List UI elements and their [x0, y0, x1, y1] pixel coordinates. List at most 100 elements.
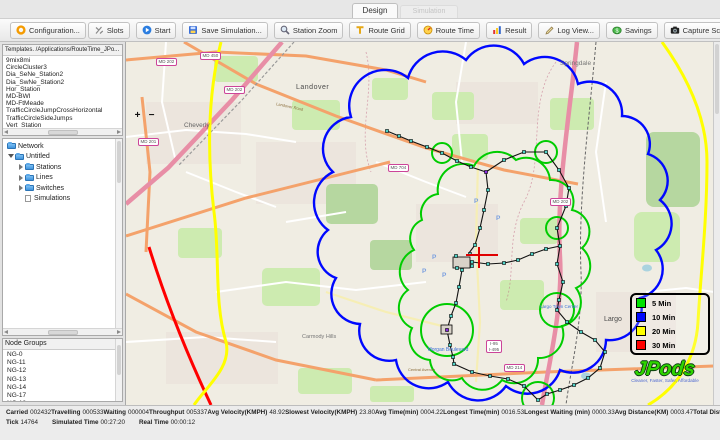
- magnifier-icon: [280, 25, 290, 35]
- tree-vscrollbar[interactable]: [115, 139, 122, 335]
- stat-longest-waiting: Longest Waiting (min) 0000.33: [524, 409, 615, 416]
- map-zoom-controls: + −: [132, 110, 157, 121]
- tree-row-simulations[interactable]: Simulations: [3, 194, 122, 205]
- road-shield: MD 214: [504, 364, 525, 372]
- scroll-right-icon[interactable]: [117, 130, 121, 134]
- parking-icon: P: [496, 215, 501, 222]
- folder-icon: [25, 173, 34, 181]
- stat-simulated-time: Simulated Time 00:27:20: [52, 419, 125, 426]
- folder-icon: [25, 163, 34, 171]
- result-button[interactable]: Result: [486, 21, 533, 39]
- node-group-item[interactable]: NG-14: [7, 384, 122, 392]
- route-time-button[interactable]: Route Time: [416, 21, 481, 39]
- node-group-item[interactable]: NG-12: [7, 367, 122, 375]
- node-group-item[interactable]: NG-0: [7, 351, 122, 359]
- stat-avg-distance: Avg Distance(KM) 0003.47: [614, 409, 694, 416]
- template-item[interactable]: TrafficCircleJumpCrossHorizontal: [6, 107, 122, 114]
- zoom-in-button[interactable]: +: [132, 110, 143, 121]
- configuration-button[interactable]: Configuration...: [10, 21, 86, 39]
- status-row-2: Tick 14764 Simulated Time 00:27:20 Real Ti…: [6, 419, 714, 426]
- configuration-gear-icon: [16, 25, 26, 35]
- tree-row-untitled[interactable]: Untitled: [3, 152, 122, 163]
- template-item[interactable]: Dia_SeNe_Station2: [6, 71, 122, 78]
- road-shield: MD 201: [138, 138, 159, 146]
- pond: [642, 264, 652, 272]
- camera-icon: [670, 25, 680, 35]
- tree-hscrollbar[interactable]: [3, 328, 122, 335]
- stat-travelling: Travelling 000533: [51, 409, 104, 416]
- map-base-layer: [126, 42, 714, 405]
- legend-row: 10 Min: [636, 310, 704, 324]
- city-label-cheverly: Cheverly: [184, 122, 210, 129]
- toolbar: Configuration... Slots Start Save Simula…: [0, 18, 720, 42]
- node-groups-header: Node Groups: [3, 339, 122, 350]
- map-vscrollbar[interactable]: [713, 42, 720, 405]
- legend: 5 Min 10 Min 20 Min 30 Min: [630, 293, 710, 355]
- scroll-left-icon[interactable]: [4, 130, 8, 134]
- jpods-logo-text: JPods: [633, 358, 697, 380]
- stat-waiting: Waiting 000004: [103, 409, 150, 416]
- template-item[interactable]: 9mix8mi: [6, 57, 122, 64]
- stat-longest-time: Longest Time(min) 0016.53: [443, 409, 525, 416]
- folder-icon: [25, 184, 34, 192]
- parking-icon: P: [474, 198, 479, 205]
- tree-row-network[interactable]: Network: [3, 141, 122, 152]
- template-item[interactable]: TrafficCircleSideJumps: [6, 115, 122, 122]
- expand-open-icon[interactable]: [8, 154, 14, 161]
- save-simulation-button[interactable]: Save Simulation...: [182, 21, 268, 39]
- template-item[interactable]: Hor_Station: [6, 86, 122, 93]
- legend-swatch-30min: [636, 340, 646, 350]
- road-shield: MD 202: [156, 58, 177, 66]
- jpods-logo: JPods Cleaner, Faster, Safer, Affordable: [618, 358, 712, 383]
- tree-row-switches[interactable]: Switches: [3, 183, 122, 194]
- template-item[interactable]: CircleCluster3: [6, 64, 122, 71]
- legend-row: 30 Min: [636, 338, 704, 352]
- tab-design[interactable]: Design: [352, 3, 398, 18]
- templates-hscrollbar[interactable]: [3, 128, 122, 135]
- templates-header: Templates. /Applications/RouteTime_JPo..…: [3, 45, 122, 56]
- grid-icon: [355, 25, 365, 35]
- start-play-icon: [142, 25, 152, 35]
- status-row-1: Carried 002432 Travelling 000533 Waiting 00…: [6, 409, 720, 416]
- save-disk-icon: [188, 25, 198, 35]
- node-group-item[interactable]: NG-18: [7, 400, 122, 401]
- station-zoom-button[interactable]: Station Zoom: [273, 21, 344, 39]
- city-label-largo: Largo: [604, 316, 622, 323]
- template-item[interactable]: MD-BWI: [6, 93, 122, 100]
- capture-screen-button[interactable]: Capture Screen: [663, 21, 720, 39]
- savings-button[interactable]: $ Savings: [605, 21, 658, 39]
- node-groups-panel: Node Groups NG-0 NG-11 NG-12 NG-13 NG-14…: [2, 338, 123, 402]
- route-grid-button[interactable]: Route Grid: [349, 21, 411, 39]
- station-label-morgan-boulevard: Morgan Boulevard: [427, 347, 469, 353]
- stat-slowest-velocity: Slowest Velocity(KMPH) 23.80: [285, 409, 375, 416]
- scroll-right-icon[interactable]: [117, 330, 121, 334]
- template-item[interactable]: MD-FtMeade: [6, 100, 122, 107]
- node-group-item[interactable]: NG-17: [7, 392, 122, 400]
- node-group-item[interactable]: NG-11: [7, 359, 122, 367]
- tab-strip: Design Simulation: [0, 0, 720, 18]
- parking-icon: P: [442, 272, 447, 279]
- log-pencil-icon: [544, 25, 554, 35]
- tree-row-stations[interactable]: Stations: [3, 162, 122, 173]
- road-shield: MD 202: [224, 86, 245, 94]
- log-view-button[interactable]: Log View...: [538, 21, 600, 39]
- status-bar: Carried 002432 Travelling 000533 Waiting 00…: [0, 405, 720, 440]
- start-button[interactable]: Start: [135, 21, 177, 39]
- node-group-item[interactable]: NG-13: [7, 376, 122, 384]
- tree-row-lines[interactable]: Lines: [3, 173, 122, 184]
- node-groups-vscrollbar[interactable]: [115, 339, 122, 401]
- templates-panel: Templates. /Applications/RouteTime_JPo..…: [2, 44, 123, 136]
- stat-avg-time: Avg Time(min) 0004.22: [374, 409, 444, 416]
- city-label-landover: Landover: [296, 84, 330, 91]
- templates-list: 9mix8mi CircleCluster3 Dia_SeNe_Station2…: [3, 56, 122, 129]
- legend-row: 5 Min: [636, 296, 704, 310]
- scroll-left-icon[interactable]: [4, 330, 8, 334]
- savings-coin-icon: $: [612, 25, 622, 35]
- slots-button[interactable]: Slots: [87, 21, 130, 39]
- road-label-central-avenue: Central Avenue: [408, 367, 436, 372]
- zoom-out-button[interactable]: −: [146, 110, 157, 121]
- map-canvas[interactable]: Landover Springdale Cheverly Carmody Hil…: [126, 42, 720, 405]
- template-item[interactable]: Dia_SwNe_Station2: [6, 79, 122, 86]
- legend-swatch-20min: [636, 326, 646, 336]
- stat-total-distance: Total Distance(KM)008437: [693, 409, 720, 416]
